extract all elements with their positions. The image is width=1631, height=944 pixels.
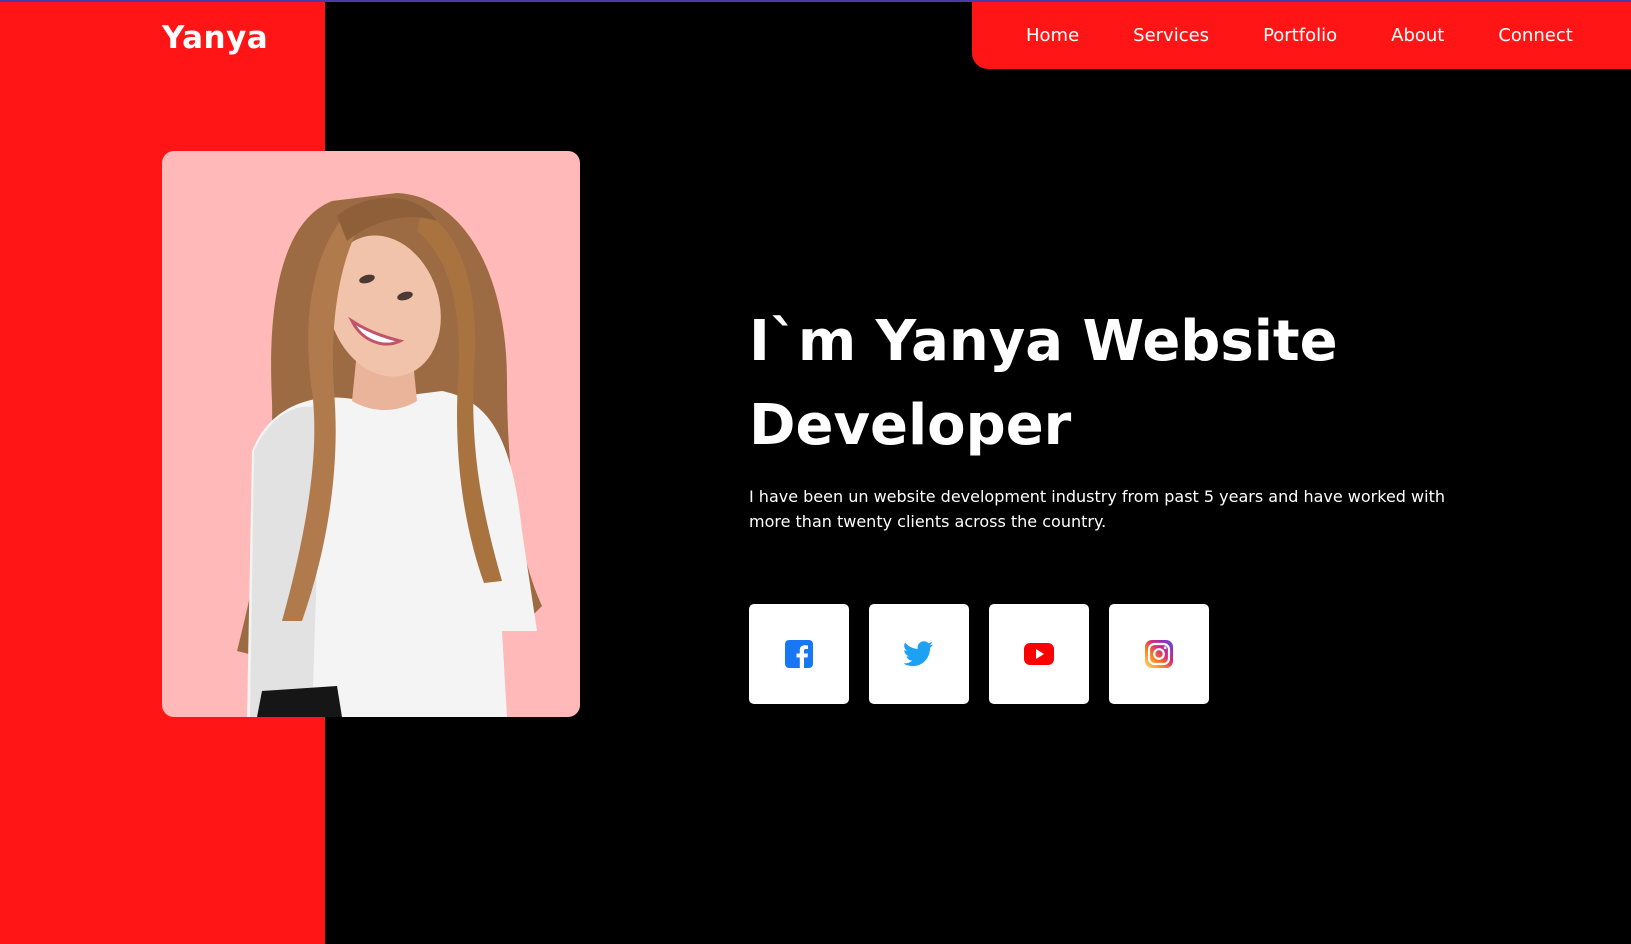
nav-item-about[interactable]: About — [1391, 25, 1444, 46]
nav-item-home[interactable]: Home — [1026, 25, 1079, 46]
social-links — [749, 604, 1209, 704]
twitter-button[interactable] — [869, 604, 969, 704]
main-nav: Home Services Portfolio About Connect — [972, 2, 1631, 69]
brand-logo[interactable]: Yanya — [162, 20, 268, 56]
hero-title: I`m Yanya Website Developer — [749, 309, 1338, 458]
twitter-icon — [904, 641, 933, 667]
nav-item-connect[interactable]: Connect — [1498, 25, 1572, 46]
nav-item-portfolio[interactable]: Portfolio — [1263, 25, 1337, 46]
hero-description: I have been un website development indus… — [749, 487, 1445, 531]
profile-photo — [162, 151, 580, 717]
nav-item-services[interactable]: Services — [1133, 25, 1209, 46]
page: Yanya Home Services Portfolio About Conn… — [0, 0, 1631, 944]
instagram-button[interactable] — [1109, 604, 1209, 704]
youtube-icon — [1024, 643, 1054, 665]
portrait-illustration — [237, 193, 542, 717]
youtube-button[interactable] — [989, 604, 1089, 704]
instagram-icon — [1145, 640, 1173, 668]
facebook-icon — [785, 640, 813, 668]
facebook-button[interactable] — [749, 604, 849, 704]
